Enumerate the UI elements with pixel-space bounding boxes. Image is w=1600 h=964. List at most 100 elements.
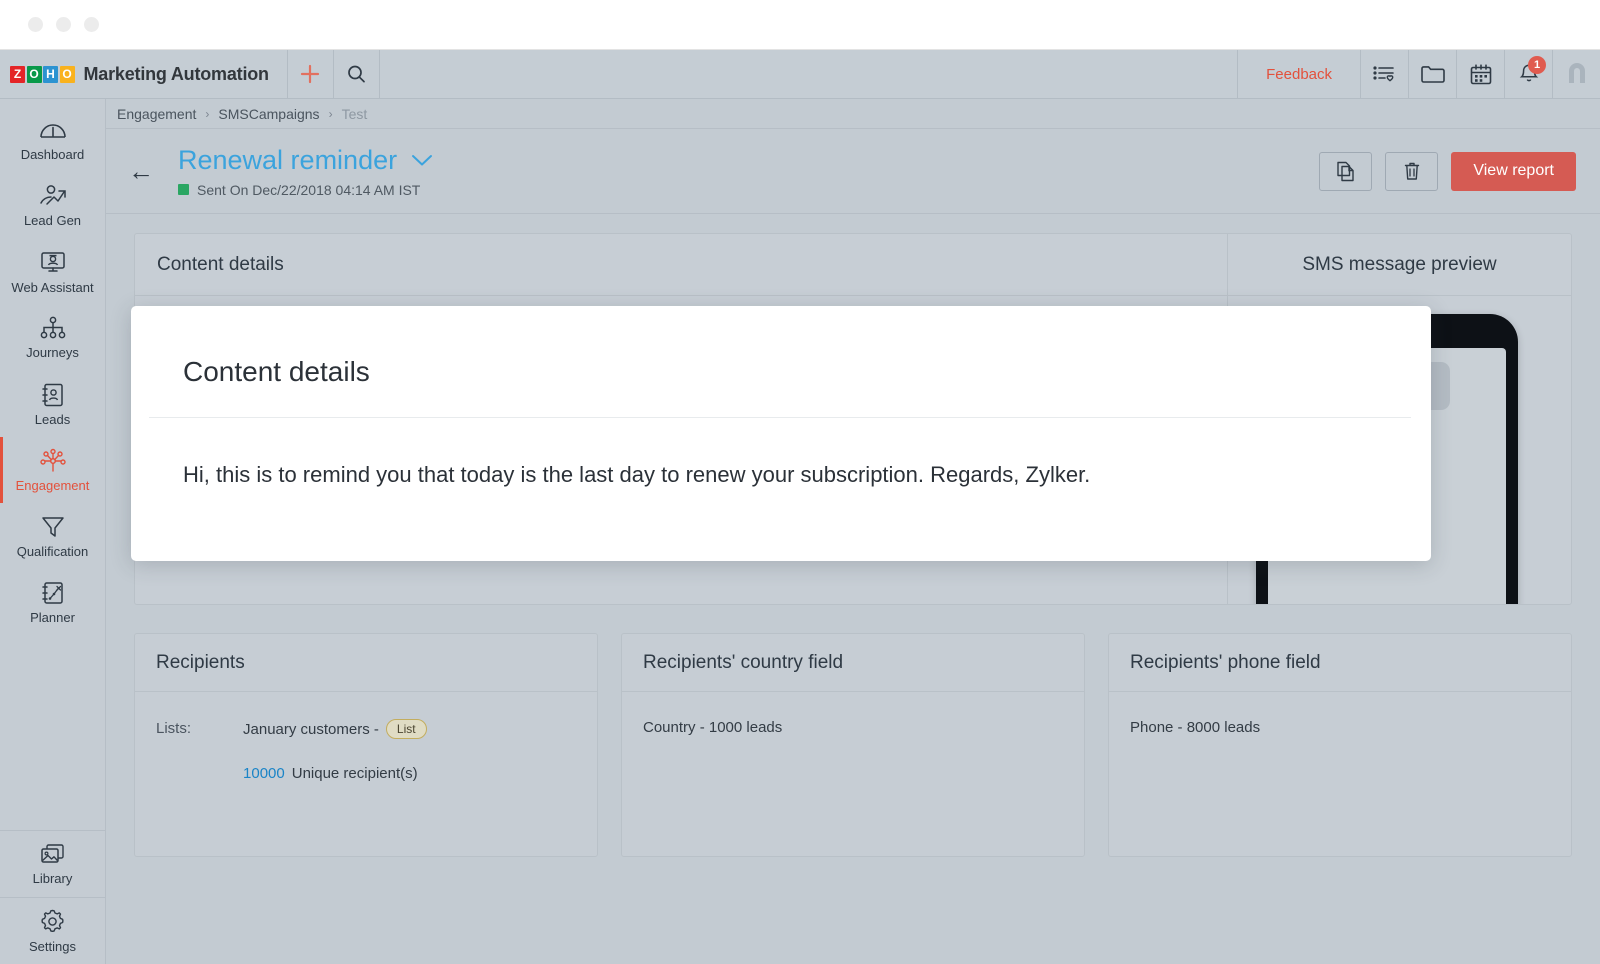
list-name[interactable]: January customers - [243,721,379,738]
window-dot-maximize[interactable] [84,17,99,32]
breadcrumb-item-engagement[interactable]: Engagement [117,106,196,122]
phone-field-card-body: Phone - 8000 leads [1109,692,1571,763]
sidebar-item-settings[interactable]: Settings [0,898,105,964]
sidebar-item-label: Engagement [16,478,90,493]
app-title: Marketing Automation [84,64,269,85]
back-arrow-icon[interactable]: ← [120,158,162,184]
sidebar-item-dashboard[interactable]: Dashboard [0,107,105,173]
brand-logo-area[interactable]: Z O H O Marketing Automation [0,50,288,98]
sidebar-item-engagement[interactable]: Engagement [0,437,105,503]
app-header: Z O H O Marketing Automation Feedback [0,50,1600,99]
clone-campaign-button[interactable] [1319,152,1372,191]
sidebar-item-label: Leads [35,412,70,427]
plus-icon [299,63,321,85]
funnel-icon [40,514,66,540]
window-dot-close[interactable] [28,17,43,32]
calendar-button[interactable] [1456,50,1504,98]
window-dot-minimize[interactable] [56,17,71,32]
folder-icon [1420,63,1446,85]
campaign-title-block: Renewal reminder Sent On Dec/22/2018 04:… [178,145,433,198]
list-type-badge: List [386,719,427,739]
notifications-button[interactable]: 1 [1504,50,1552,98]
feedback-label: Feedback [1266,66,1332,83]
sidebar: Dashboard Lead Gen Web Assistant Journey… [0,99,106,964]
search-icon [345,63,367,85]
user-avatar[interactable] [1552,50,1600,98]
sidebar-item-label: Dashboard [21,147,85,162]
zoho-logo-letter-0: Z [10,66,25,83]
campaign-title-bar: ← Renewal reminder Sent On Dec/22/2018 0… [106,128,1600,214]
files-button[interactable] [1408,50,1456,98]
phone-field-card: Recipients' phone field Phone - 8000 lea… [1108,633,1572,857]
recipients-lists-row: Lists: January customers - List 10000 Un… [156,719,576,782]
planner-icon [40,580,66,606]
gear-icon [39,908,66,935]
recipients-card-header: Recipients [135,634,597,692]
zoho-logo-letter-1: O [27,66,42,83]
lists-label: Lists: [156,719,191,737]
browser-title-bar [0,0,1600,50]
breadcrumb: Engagement › SMSCampaigns › Test [106,99,1600,128]
calendar-icon [1469,63,1493,86]
recipients-card-body: Lists: January customers - List 10000 Un… [135,692,597,809]
sidebar-item-label: Journeys [26,345,79,360]
phone-field-value: Phone - 8000 leads [1130,719,1260,736]
delete-campaign-button[interactable] [1385,152,1438,191]
engagement-icon [38,448,68,474]
add-button[interactable] [288,50,334,98]
country-field-card-header: Recipients' country field [622,634,1084,692]
list-heart-icon [1372,63,1397,86]
zoho-logo-icon: Z O H O [10,66,75,83]
recipients-values: January customers - List 10000 Unique re… [243,719,427,782]
status-badge [178,184,189,195]
unique-recipients-count[interactable]: 10000 [243,765,285,782]
header-spacer [380,50,1237,98]
sidebar-item-label: Library [33,871,73,886]
zoho-logo-letter-3: O [60,66,75,83]
breadcrumb-separator: › [205,107,209,121]
trash-icon [1402,160,1422,182]
content-details-header: Content details [135,234,1227,296]
sidebar-item-leads[interactable]: Leads [0,371,105,437]
breadcrumb-item-test: Test [342,106,368,122]
recipients-card: Recipients Lists: January customers - Li… [134,633,598,857]
feedback-button[interactable]: Feedback [1237,50,1360,98]
country-field-card-body: Country - 1000 leads [622,692,1084,763]
zoho-logo-letter-2: H [43,66,58,83]
sidebar-item-label: Web Assistant [11,280,93,295]
phone-field-card-header: Recipients' phone field [1109,634,1571,692]
list-item: January customers - List [243,719,427,739]
campaign-actions: View report [1319,152,1576,191]
leads-icon [40,382,66,408]
sidebar-item-journeys[interactable]: Journeys [0,305,105,371]
web-assistant-icon [39,250,67,276]
tasks-button[interactable] [1360,50,1408,98]
avatar-icon [1560,57,1594,91]
sidebar-item-label: Qualification [17,544,89,559]
sidebar-item-label: Planner [30,610,75,625]
summary-cards-row: Recipients Lists: January customers - Li… [134,633,1572,857]
sidebar-item-library[interactable]: Library [0,831,105,897]
breadcrumb-separator: › [329,107,333,121]
country-field-value: Country - 1000 leads [643,719,782,736]
sidebar-item-lead-gen[interactable]: Lead Gen [0,173,105,239]
content-details-modal: Content details Hi, this is to remind yo… [131,306,1431,561]
campaign-title-row: Renewal reminder [178,145,433,176]
lead-gen-icon [38,184,68,209]
sidebar-item-planner[interactable]: Planner [0,569,105,635]
sidebar-item-web-assistant[interactable]: Web Assistant [0,239,105,305]
modal-body-text: Hi, this is to remind you that today is … [131,418,1431,490]
campaign-status: Sent On Dec/22/2018 04:14 AM IST [178,182,433,198]
page-title[interactable]: Renewal reminder [178,145,397,176]
breadcrumb-item-smscampaigns[interactable]: SMSCampaigns [218,106,319,122]
view-report-button[interactable]: View report [1451,152,1576,191]
notification-badge: 1 [1528,56,1546,74]
sidebar-secondary-nav: Library Settings [0,830,105,964]
search-button[interactable] [334,50,380,98]
chevron-down-icon[interactable] [411,154,433,167]
sidebar-item-label: Lead Gen [24,213,81,228]
unique-recipients-row: 10000 Unique recipient(s) [243,765,427,782]
sidebar-item-qualification[interactable]: Qualification [0,503,105,569]
library-icon [39,842,67,867]
sms-preview-header: SMS message preview [1228,234,1571,296]
